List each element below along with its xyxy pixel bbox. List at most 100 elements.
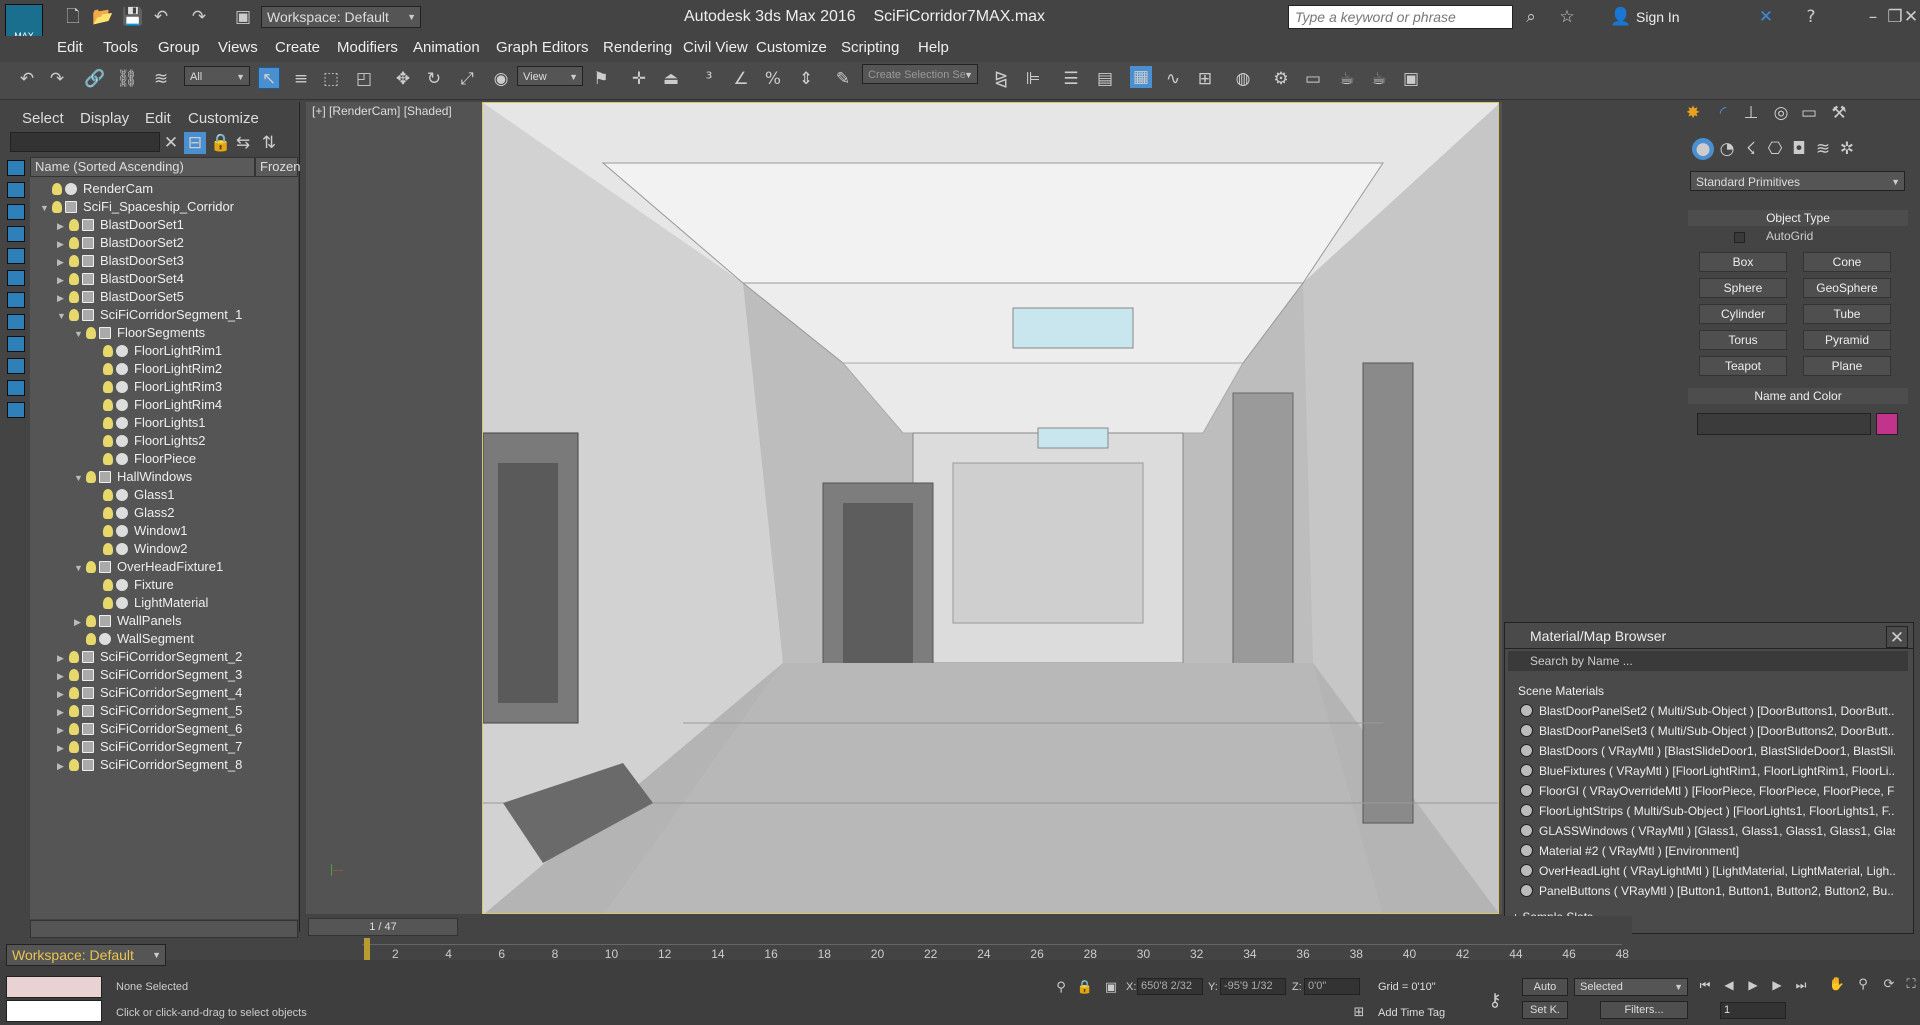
tree-row[interactable]: ▶ BlastDoorSet5 [57,288,184,306]
filter-spacewarps-icon[interactable] [7,270,25,286]
key-filters-button[interactable]: Filters... [1600,1001,1688,1019]
visibility-bulb-icon[interactable] [69,219,79,231]
material-row[interactable]: FloorGI ( VRayOverrideMtl ) [FloorPiece,… [1520,782,1895,801]
material-row[interactable]: BlueFixtures ( VRayMtl ) [FloorLightRim1… [1520,762,1895,781]
maxscript-listener-pink[interactable] [6,976,102,998]
undo-icon[interactable]: ↶ [16,68,38,90]
box-button[interactable]: Box [1699,252,1787,272]
redo-icon[interactable]: ↷ [188,6,210,28]
visibility-bulb-icon[interactable] [103,363,113,375]
plane-button[interactable]: Plane [1803,356,1891,376]
visibility-bulb-icon[interactable] [103,489,113,501]
motion-tab-icon[interactable]: ◎ [1770,102,1792,124]
geosphere-button[interactable]: GeoSphere [1803,278,1891,298]
expand-toggle-icon[interactable]: ▶ [57,667,69,685]
tree-row[interactable]: FloorLightRim2 [91,360,222,378]
visibility-bulb-icon[interactable] [69,705,79,717]
filter-xrefs-icon[interactable] [7,314,25,330]
key-filter-dropdown[interactable]: Selected [1574,978,1688,996]
binoculars-icon[interactable]: ⌕ [1520,6,1542,28]
tree-row[interactable]: FloorLightRim3 [91,378,222,396]
explorer-search-input[interactable] [10,132,160,152]
menu-graph-editors[interactable]: Graph Editors [496,39,589,56]
auto-key-button[interactable]: Auto [1522,978,1568,996]
hierarchy-tab-icon[interactable]: ⊥ [1740,102,1762,124]
pan-icon[interactable]: ✋ [1826,974,1848,996]
tree-row[interactable]: ▶ SciFiCorridorSegment_5 [57,702,242,720]
expand-toggle-icon[interactable]: ▶ [74,613,86,631]
scale-icon[interactable]: ⤢ [456,68,478,90]
ribbon-icon[interactable]: ▤ [1094,68,1116,90]
tree-row[interactable]: WallSegment [74,630,194,648]
render-setup-icon[interactable]: ⚙ [1270,68,1292,90]
tree-row[interactable]: FloorLights2 [91,432,206,450]
expand-toggle-icon[interactable]: ▶ [57,289,69,307]
filter-helpers-icon[interactable] [7,248,25,264]
tree-row[interactable]: ▶ BlastDoorSet1 [57,216,184,234]
filter-icon[interactable]: ⊟ [184,132,206,154]
expand-toggle-icon[interactable]: ▼ [40,199,52,217]
set-key-button[interactable]: Set K. [1522,1001,1568,1019]
shapes-icon[interactable]: ◔ [1716,138,1738,160]
add-time-tag[interactable]: Add Time Tag [1378,1007,1445,1019]
selection-lock-icon[interactable]: 🔒 [1074,977,1096,999]
material-editor-icon[interactable]: ◍ [1232,68,1254,90]
visibility-bulb-icon[interactable] [69,309,79,321]
orbit-icon[interactable]: ⟳ [1878,974,1900,996]
visibility-bulb-icon[interactable] [69,291,79,303]
menu-rendering[interactable]: Rendering [603,39,672,56]
align-icon[interactable]: ⊫ [1022,68,1044,90]
visibility-bulb-icon[interactable] [103,579,113,591]
tree-row[interactable]: ▶ WallPanels [74,612,182,630]
filter-lights-icon[interactable] [7,204,25,220]
visibility-bulb-icon[interactable] [103,435,113,447]
material-row[interactable]: PanelButtons ( VRayMtl ) [Button1, Butto… [1520,882,1895,901]
torus-button[interactable]: Torus [1699,330,1787,350]
undo-icon[interactable]: ↶ [150,6,172,28]
redo-icon[interactable]: ↷ [46,68,68,90]
object-name-input[interactable] [1697,413,1871,435]
menu-group[interactable]: Group [158,39,200,56]
material-row[interactable]: GLASSWindows ( VRayMtl ) [Glass1, Glass1… [1520,822,1895,841]
mirror-icon[interactable]: ⧎ [990,68,1012,90]
name-color-rollout[interactable]: Name and Color [1688,388,1908,404]
star-icon[interactable]: ☆ [1556,6,1578,28]
geometry-icon[interactable]: ● [1692,138,1714,160]
search-input[interactable]: Type a keyword or phrase [1288,5,1513,29]
tree-row[interactable]: FloorLightRim4 [91,396,222,414]
expand-toggle-icon[interactable]: ▶ [57,271,69,289]
spinner-snap-icon[interactable]: ⇕ [795,68,817,90]
link-icon[interactable]: 🔗 [84,68,106,90]
systems-icon[interactable]: ✲ [1836,138,1858,160]
filter-bones-icon[interactable] [7,336,25,352]
visibility-bulb-icon[interactable] [103,507,113,519]
selection-filter-dropdown[interactable]: All [184,66,250,87]
bind-space-warp-icon[interactable]: ≋ [150,68,172,90]
tab-customize[interactable]: Customize [188,110,259,127]
close-icon[interactable]: ✕ [1900,6,1920,28]
absolute-mode-icon[interactable]: ▣ [1100,977,1122,999]
material-row[interactable]: BlastDoorPanelSet2 ( Multi/Sub-Object ) … [1520,702,1895,721]
manipulate-icon[interactable]: ✛ [628,68,650,90]
expand-toggle-icon[interactable]: ▶ [57,685,69,703]
scene-explorer-icon[interactable]: ▦ [1130,66,1152,88]
cone-button[interactable]: Cone [1803,252,1891,272]
visibility-bulb-icon[interactable] [69,273,79,285]
filter-cameras-icon[interactable] [7,226,25,242]
tree-row[interactable]: ▶ BlastDoorSet4 [57,270,184,288]
tree-row[interactable]: ▼ SciFi_Spaceship_Corridor [40,198,234,216]
isolate-selection-icon[interactable]: ⚲ [1050,977,1072,999]
maximize-viewport-icon[interactable]: ⛶ [1900,974,1920,996]
visibility-bulb-icon[interactable] [86,615,96,627]
select-object-icon[interactable]: ↖ [258,67,280,89]
tree-scrollbar[interactable] [30,920,298,938]
x-coordinate-field[interactable]: 650'8 2/32 [1137,978,1203,995]
exchange-icon[interactable]: ✕ [1755,6,1777,28]
angle-snap-icon[interactable]: ∠ [730,68,752,90]
visibility-bulb-icon[interactable] [103,543,113,555]
tree-row[interactable]: RenderCam [40,180,153,198]
menu-edit[interactable]: Edit [57,39,83,56]
named-selection-dropdown[interactable]: Create Selection Se [862,64,978,85]
hierarchy-icon[interactable]: ⇅ [258,132,280,154]
sync-selection-icon[interactable]: ⇆ [232,132,254,154]
